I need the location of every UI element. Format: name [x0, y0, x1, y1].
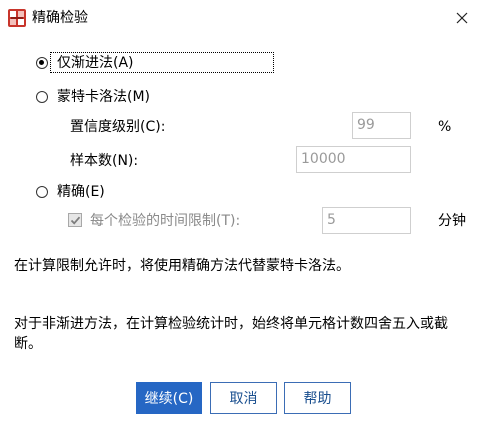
help-button[interactable]: 帮助	[284, 382, 351, 414]
radio-indicator[interactable]	[36, 91, 48, 103]
radio-monte-carlo-label: 蒙特卡洛法(M)	[57, 89, 151, 105]
radio-exact[interactable]: 精确(E)	[36, 182, 107, 202]
time-limit-checkbox[interactable]	[68, 213, 82, 227]
confidence-level-input[interactable]: 99	[352, 112, 411, 139]
radio-monte-carlo[interactable]: 蒙特卡洛法(M)	[36, 87, 152, 107]
app-icon	[8, 9, 26, 27]
title-bar: 精确检验	[0, 0, 485, 36]
info-text-1: 在计算限制允许时，将使用精确方法代替蒙特卡洛法。	[14, 258, 350, 274]
window-title: 精确检验	[32, 10, 88, 26]
info-text-2: 对于非渐进方法，在计算检验统计时，始终将单元格计数四舍五入或截断。	[14, 316, 448, 352]
checkmark-icon	[70, 216, 81, 225]
continue-button[interactable]: 继续(C)	[136, 382, 202, 414]
radio-asymptotic[interactable]: 仅渐进法(A)	[36, 53, 136, 73]
radio-indicator[interactable]	[36, 186, 48, 198]
minutes-unit: 分钟	[438, 213, 466, 229]
radio-asymptotic-label: 仅渐进法(A)	[57, 55, 134, 71]
confidence-level-label: 置信度级别(C):	[70, 119, 166, 135]
cancel-button[interactable]: 取消	[210, 382, 277, 414]
close-icon[interactable]	[452, 8, 472, 28]
sample-count-input[interactable]: 10000	[296, 146, 411, 173]
time-limit-label: 每个检验的时间限制(T):	[90, 213, 241, 229]
radio-exact-label: 精确(E)	[57, 184, 105, 200]
percent-unit: %	[438, 119, 452, 135]
time-limit-input[interactable]: 5	[322, 207, 411, 234]
radio-indicator[interactable]	[36, 57, 48, 69]
sample-count-label: 样本数(N):	[70, 153, 139, 169]
